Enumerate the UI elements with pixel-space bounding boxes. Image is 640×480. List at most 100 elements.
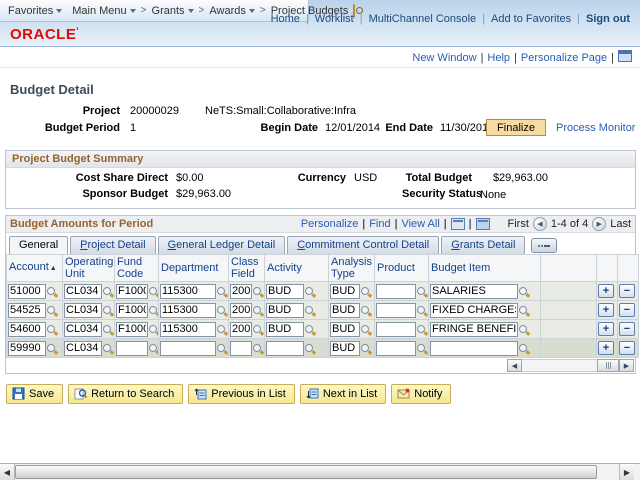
product-input[interactable] bbox=[376, 341, 416, 356]
class-field-input[interactable] bbox=[230, 303, 252, 318]
column-header-budget-item[interactable]: Budget Item bbox=[431, 262, 490, 274]
analysis-type-input[interactable] bbox=[330, 322, 360, 337]
lookup-icon[interactable] bbox=[305, 305, 316, 316]
lookup-icon[interactable] bbox=[103, 343, 114, 354]
product-input[interactable] bbox=[376, 303, 416, 318]
lookup-icon[interactable] bbox=[47, 324, 58, 335]
scrollbar-thumb[interactable] bbox=[597, 359, 619, 372]
fund-code-input[interactable] bbox=[116, 322, 148, 337]
column-header-account[interactable]: Account▲ bbox=[9, 261, 57, 273]
popout-grid-icon[interactable] bbox=[476, 218, 490, 230]
activity-input[interactable] bbox=[266, 303, 304, 318]
product-input[interactable] bbox=[376, 322, 416, 337]
tab-general-ledger-detail[interactable]: General Ledger Detail bbox=[158, 236, 286, 254]
lookup-icon[interactable] bbox=[417, 286, 428, 297]
department-input[interactable] bbox=[160, 322, 216, 337]
next-page-icon[interactable]: ▶ bbox=[592, 217, 606, 231]
lookup-icon[interactable] bbox=[305, 324, 316, 335]
page-properties-icon[interactable] bbox=[618, 50, 632, 62]
class-field-input[interactable] bbox=[230, 322, 252, 337]
scroll-left-icon[interactable]: ◀ bbox=[507, 359, 522, 372]
scrollbar-thumb[interactable] bbox=[15, 465, 597, 479]
operating-unit-input[interactable] bbox=[64, 303, 102, 318]
fund-code-input[interactable] bbox=[116, 341, 148, 356]
tab-project-detail[interactable]: Project Detail bbox=[70, 236, 155, 254]
previous-page-icon[interactable]: ◀ bbox=[533, 217, 547, 231]
next-in-list-button[interactable]: Next in List bbox=[300, 384, 386, 404]
column-header-analysis-type[interactable]: Analysis Type bbox=[331, 256, 372, 280]
product-input[interactable] bbox=[376, 284, 416, 299]
show-all-columns-icon[interactable] bbox=[531, 238, 557, 253]
scroll-left-icon[interactable]: ◀ bbox=[0, 464, 15, 480]
main-menu[interactable]: Main Menu bbox=[72, 5, 135, 17]
lookup-icon[interactable] bbox=[519, 343, 530, 354]
lookup-icon[interactable] bbox=[103, 305, 114, 316]
column-header-activity[interactable]: Activity bbox=[267, 262, 302, 274]
sign-out-link[interactable]: Sign out bbox=[586, 13, 630, 25]
new-window-link[interactable]: New Window bbox=[412, 52, 476, 64]
scrollbar-track[interactable] bbox=[522, 359, 597, 372]
tab-commitment-control-detail[interactable]: Commitment Control Detail bbox=[287, 236, 439, 254]
department-input[interactable] bbox=[160, 303, 216, 318]
operating-unit-input[interactable] bbox=[64, 322, 102, 337]
add-row-button[interactable]: + bbox=[598, 303, 614, 317]
return-to-search-button[interactable]: Return to Search bbox=[68, 384, 183, 404]
column-header-class-field[interactable]: Class Field bbox=[231, 256, 259, 280]
lookup-icon[interactable] bbox=[519, 324, 530, 335]
column-header-product[interactable]: Product bbox=[377, 262, 415, 274]
tab-grants-detail[interactable]: Grants Detail bbox=[441, 236, 525, 254]
process-monitor-link[interactable]: Process Monitor bbox=[556, 122, 635, 134]
column-header-department[interactable]: Department bbox=[161, 262, 218, 274]
operating-unit-input[interactable] bbox=[64, 341, 102, 356]
account-input[interactable] bbox=[8, 341, 46, 356]
delete-row-button[interactable]: − bbox=[619, 303, 635, 317]
lookup-icon[interactable] bbox=[217, 324, 228, 335]
delete-row-button[interactable]: − bbox=[619, 322, 635, 336]
view-all-link[interactable]: View All bbox=[401, 218, 439, 230]
activity-input[interactable] bbox=[266, 284, 304, 299]
lookup-icon[interactable] bbox=[149, 305, 159, 316]
lookup-icon[interactable] bbox=[361, 305, 372, 316]
previous-in-list-button[interactable]: Previous in List bbox=[188, 384, 295, 404]
worklist-link[interactable]: Worklist bbox=[315, 13, 354, 25]
find-link[interactable]: Find bbox=[369, 218, 390, 230]
lookup-icon[interactable] bbox=[361, 324, 372, 335]
add-row-button[interactable]: + bbox=[598, 284, 614, 298]
lookup-icon[interactable] bbox=[305, 286, 316, 297]
column-header-fund-code[interactable]: Fund Code bbox=[117, 256, 143, 280]
budget-item-input[interactable] bbox=[430, 322, 518, 337]
lookup-icon[interactable] bbox=[253, 324, 264, 335]
budget-item-input[interactable] bbox=[430, 303, 518, 318]
breadcrumb-awards[interactable]: Awards bbox=[209, 5, 254, 17]
delete-row-button[interactable]: − bbox=[619, 284, 635, 298]
lookup-icon[interactable] bbox=[305, 343, 316, 354]
finalize-button[interactable]: Finalize bbox=[486, 119, 546, 136]
save-button[interactable]: Save bbox=[6, 384, 63, 404]
lookup-icon[interactable] bbox=[361, 286, 372, 297]
lookup-icon[interactable] bbox=[149, 286, 159, 297]
lookup-icon[interactable] bbox=[253, 305, 264, 316]
account-input[interactable] bbox=[8, 284, 46, 299]
lookup-icon[interactable] bbox=[103, 286, 114, 297]
download-icon[interactable] bbox=[451, 218, 465, 230]
lookup-icon[interactable] bbox=[47, 286, 58, 297]
lookup-icon[interactable] bbox=[253, 343, 264, 354]
lookup-icon[interactable] bbox=[217, 286, 228, 297]
multichannel-console-link[interactable]: MultiChannel Console bbox=[369, 13, 477, 25]
add-row-button[interactable]: + bbox=[598, 341, 614, 355]
personalize-page-link[interactable]: Personalize Page bbox=[521, 52, 607, 64]
budget-item-input[interactable] bbox=[430, 341, 518, 356]
lookup-icon[interactable] bbox=[417, 324, 428, 335]
department-input[interactable] bbox=[160, 341, 216, 356]
lookup-icon[interactable] bbox=[361, 343, 372, 354]
add-row-button[interactable]: + bbox=[598, 322, 614, 336]
fund-code-input[interactable] bbox=[116, 303, 148, 318]
budget-item-input[interactable] bbox=[430, 284, 518, 299]
column-header-operating-unit[interactable]: Operating Unit bbox=[65, 256, 113, 280]
account-input[interactable] bbox=[8, 322, 46, 337]
personalize-link[interactable]: Personalize bbox=[301, 218, 358, 230]
scroll-right-icon[interactable]: ▶ bbox=[619, 359, 634, 372]
activity-input[interactable] bbox=[266, 322, 304, 337]
lookup-icon[interactable] bbox=[47, 305, 58, 316]
lookup-icon[interactable] bbox=[149, 343, 159, 354]
